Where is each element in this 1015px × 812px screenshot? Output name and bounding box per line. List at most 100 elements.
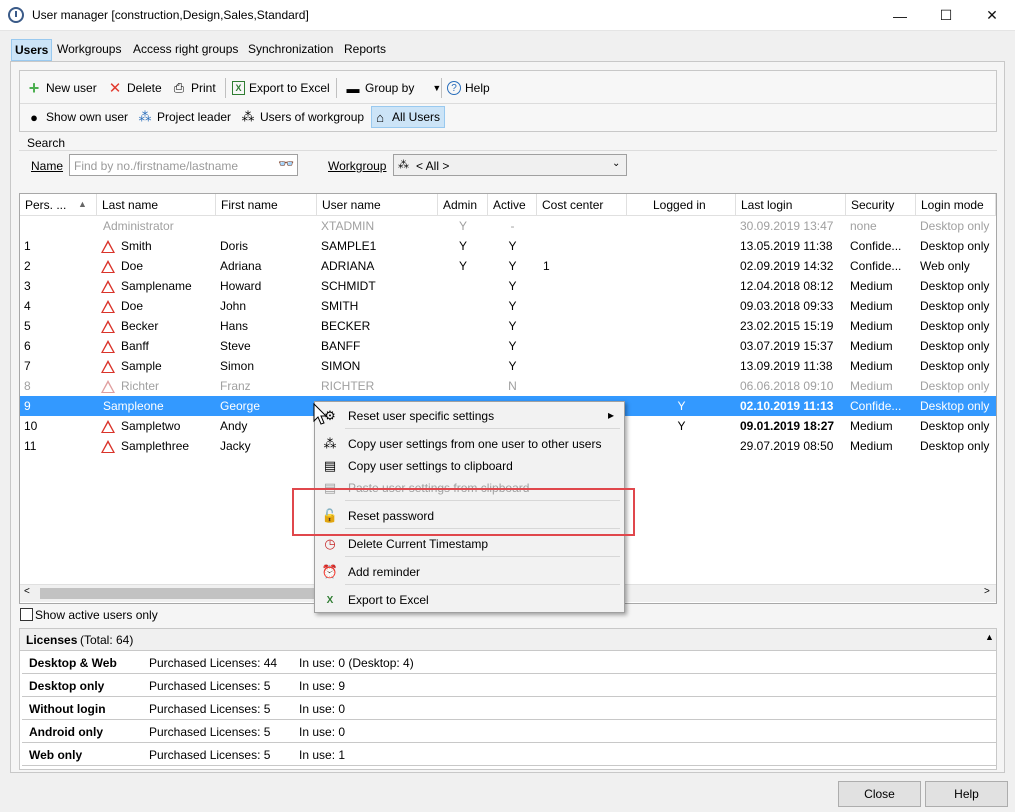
- show-own-user-button[interactable]: ● Show own user: [26, 106, 128, 128]
- menu-item-delete-current-timestamp[interactable]: ◷ Delete Current Timestamp: [317, 533, 622, 555]
- table-row[interactable]: 1 Smith Doris SAMPLE1 Y Y 13.05.2019 11:38 Conf…: [20, 236, 996, 256]
- cell-admin: [438, 316, 488, 336]
- cell-pers: 7: [20, 356, 97, 376]
- scroll-left-icon[interactable]: <: [24, 586, 30, 597]
- cell-text-last: Banff: [121, 339, 149, 353]
- cell-text-last: Doe: [121, 259, 144, 273]
- users-of-workgroup-button[interactable]: ⁂ Users of workgroup: [240, 106, 365, 128]
- cell-text-security: Confide...: [850, 259, 902, 273]
- minimize-button[interactable]: —: [877, 0, 923, 31]
- cell-admin: [438, 276, 488, 296]
- column-header-logged-in[interactable]: Logged in: [627, 194, 736, 216]
- cell-cost: [537, 216, 627, 236]
- maximize-button[interactable]: ☐: [923, 0, 969, 31]
- table-row[interactable]: 3 Samplename Howard SCHMIDT Y 12.04.2018 08:1…: [20, 276, 996, 296]
- tab-synchronization[interactable]: Synchronization: [245, 39, 336, 61]
- cell-text-first: Andy: [220, 419, 248, 433]
- cell-lastlogin: 13.09.2019 11:38: [736, 356, 846, 376]
- export-excel-button[interactable]: X Export to Excel: [232, 77, 330, 99]
- cell-pers: 1: [20, 236, 97, 256]
- tab-users[interactable]: Users: [11, 39, 53, 61]
- print-button[interactable]: ⎙ Print: [171, 77, 216, 99]
- scroll-right-icon[interactable]: >: [984, 586, 990, 597]
- name-search-placeholder: Find by no./firstname/lastname: [74, 159, 239, 173]
- column-header-first-name[interactable]: First name: [216, 194, 317, 216]
- license-row: Desktop only Purchased Licenses: 5 In use:…: [22, 674, 996, 697]
- menu-item-label: Copy user settings to clipboard: [348, 459, 513, 473]
- new-user-button[interactable]: + New user: [26, 77, 97, 99]
- workgroup-icon: ⁂: [398, 159, 409, 171]
- cell-last: Becker: [97, 316, 216, 336]
- license-inuse: In use: 0 (Desktop: 4): [299, 656, 414, 670]
- column-header-last-name[interactable]: Last name: [97, 194, 216, 216]
- show-active-checkbox[interactable]: [20, 608, 33, 621]
- column-header-security[interactable]: Security: [846, 194, 916, 216]
- menu-item-export-to-excel[interactable]: X Export to Excel: [317, 589, 622, 611]
- cell-first: John: [216, 296, 317, 316]
- help-button[interactable]: Help: [925, 781, 1008, 807]
- cell-lastlogin: 06.06.2018 09:10: [736, 376, 846, 396]
- cell-lastlogin: 23.02.2015 15:19: [736, 316, 846, 336]
- table-row[interactable]: 8 Richter Franz RICHTER N 06.06.2018 09:10 Med…: [20, 376, 996, 396]
- tab-reports[interactable]: Reports: [341, 39, 389, 61]
- licenses-header[interactable]: Licenses (Total: 64) ▲: [20, 629, 996, 651]
- column-header-user-name[interactable]: User name: [317, 194, 438, 216]
- tab-access-right-groups[interactable]: Access right groups: [130, 39, 241, 61]
- collapse-icon[interactable]: ▲: [985, 632, 994, 642]
- cell-text-user: SAMPLE1: [321, 239, 377, 253]
- cell-text-mode: Desktop only: [920, 339, 990, 353]
- cell-admin: [438, 376, 488, 396]
- cell-text-lastlogin: 13.09.2019 11:38: [740, 359, 833, 373]
- menu-item-label: Delete Current Timestamp: [348, 537, 489, 551]
- column-header-cost-center[interactable]: Cost center: [537, 194, 627, 216]
- column-header-last-login[interactable]: Last login: [736, 194, 846, 216]
- cell-security: Confide...: [846, 256, 916, 276]
- cell-text-active: Y: [508, 239, 517, 253]
- menu-item-reset-user-specific-settings[interactable]: ⚙ Reset user specific settings ▸: [317, 405, 622, 427]
- menu-item-add-reminder[interactable]: ⏰ Add reminder: [317, 561, 622, 583]
- user-icon: ●: [30, 109, 38, 125]
- name-search-input[interactable]: Find by no./firstname/lastname 👓: [69, 154, 298, 176]
- help-toolbar-button[interactable]: ? Help: [447, 77, 490, 99]
- column-header-active[interactable]: Active: [488, 194, 537, 216]
- cell-text-lastlogin: 30.09.2019 13:47: [740, 219, 834, 233]
- project-leader-button[interactable]: ⁂ Project leader: [137, 106, 232, 128]
- group-by-button[interactable]: ▬ Group by ▼: [345, 77, 442, 99]
- table-row[interactable]: 5 Becker Hans BECKER Y 23.02.2015 15:19 Medium…: [20, 316, 996, 336]
- close-button[interactable]: Close: [838, 781, 921, 807]
- cell-mode: Desktop only: [916, 376, 996, 396]
- column-header-admin[interactable]: Admin: [438, 194, 488, 216]
- delete-button[interactable]: ✕ Delete: [107, 77, 162, 99]
- cell-text-last: Richter: [121, 379, 160, 393]
- cell-text-last: Sample: [121, 359, 162, 373]
- cell-last: Samplethree: [97, 436, 216, 456]
- table-row[interactable]: 4 Doe John SMITH Y 09.03.2018 09:33 Medium Desk…: [20, 296, 996, 316]
- tab-workgroups[interactable]: Workgroups: [54, 39, 124, 61]
- table-row[interactable]: 6 Banff Steve BANFF Y 03.07.2019 15:37 Medium D…: [20, 336, 996, 356]
- menu-item-copy-user-settings-from-one-user-to-other-users[interactable]: ⁂ Copy user settings from one user to oth…: [317, 433, 622, 455]
- cell-text-security: Confide...: [850, 399, 902, 413]
- menu-item-copy-user-settings-to-clipboard[interactable]: ▤ Copy user settings to clipboard: [317, 455, 622, 477]
- binoculars-icon[interactable]: 👓: [278, 156, 294, 172]
- workgroup-select[interactable]: ⁂ < All > ⌄: [393, 154, 627, 176]
- all-users-button[interactable]: ⌂ All Users: [371, 106, 446, 128]
- close-window-button[interactable]: ✕: [969, 0, 1015, 31]
- dropdown-arrow-icon: ▼: [432, 83, 442, 93]
- cell-admin: Y: [438, 256, 488, 276]
- chevron-down-icon: ⌄: [612, 158, 621, 169]
- excel-icon: X: [232, 81, 245, 95]
- cell-text-security: Medium: [850, 419, 893, 433]
- license-inuse: In use: 9: [299, 679, 346, 693]
- cell-text-first: Steve: [220, 339, 251, 353]
- table-row[interactable]: 2 Doe Adriana ADRIANA Y Y 1 02.09.2019 14:32 Con…: [20, 256, 996, 276]
- cell-text-active: Y: [508, 259, 517, 273]
- cell-text-mode: Desktop only: [920, 439, 990, 453]
- cell-last: Smith: [97, 236, 216, 256]
- table-row[interactable]: 7 Sample Simon SIMON Y 13.09.2019 11:38 Medium…: [20, 356, 996, 376]
- toolbar-separator: [441, 78, 442, 98]
- column-header-login-mode[interactable]: Login mode: [916, 194, 996, 216]
- cell-text-active: Y: [508, 299, 517, 313]
- table-row[interactable]: Administrator XTADMIN Y - 30.09.2019 13:47 no…: [20, 216, 996, 236]
- license-row: Web only Purchased Licenses: 5 In use: 1: [22, 743, 996, 766]
- cell-text-logged: Y: [677, 419, 686, 433]
